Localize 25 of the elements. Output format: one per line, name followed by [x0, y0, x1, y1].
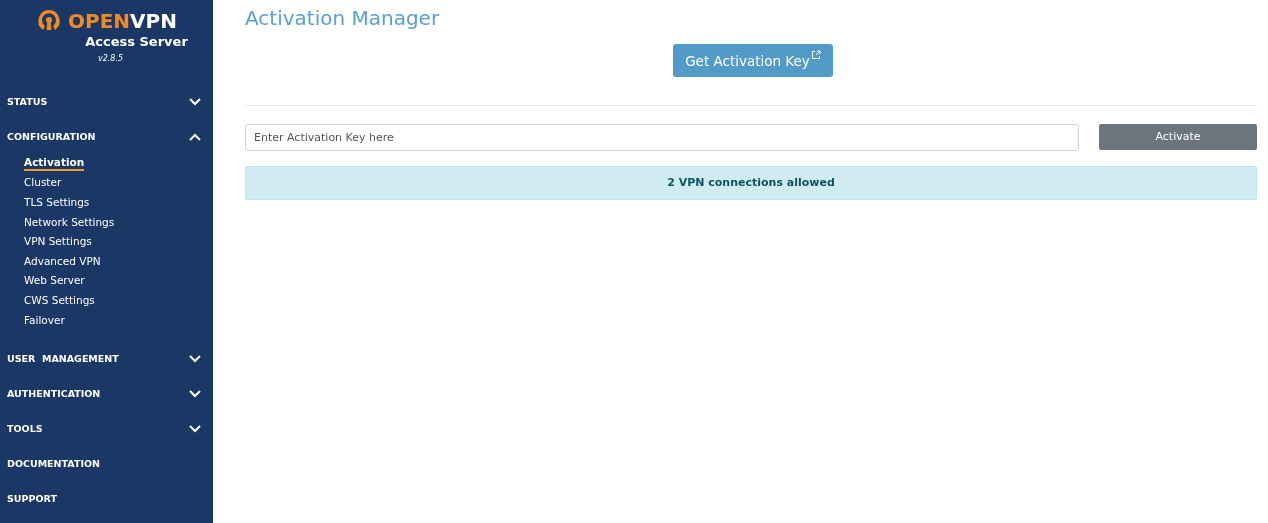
sidebar-section-header[interactable]: CONFIGURATION: [0, 119, 213, 155]
connections-notice: 2 VPN connections allowed: [245, 166, 1257, 200]
sidebar-section-header[interactable]: AUTHENTICATION: [0, 376, 213, 413]
activate-button[interactable]: Activate: [1099, 124, 1257, 150]
sidebar-item[interactable]: Advanced VPN: [24, 253, 101, 268]
external-link-icon: [810, 50, 821, 60]
sidebar-item[interactable]: Failover: [24, 312, 65, 327]
sidebar-item[interactable]: Web Server: [24, 273, 85, 288]
brand-name-part: VPN: [130, 11, 177, 31]
sidebar-item[interactable]: Activation: [24, 154, 85, 171]
sidebar-item[interactable]: Network Settings: [24, 214, 115, 229]
sidebar-section-header[interactable]: TOOLS: [0, 411, 213, 448]
sidebar-section-header[interactable]: DOCUMENTATION: [0, 446, 213, 483]
page-title: Activation Manager: [245, 5, 441, 31]
activation-key-field[interactable]: Enter Activation Key here: [245, 124, 1079, 151]
sidebar-section-header[interactable]: USER MANAGEMENT: [0, 341, 213, 378]
product-name: Access Server: [85, 35, 188, 48]
sidebar-item[interactable]: Cluster: [24, 175, 62, 190]
sidebar-item[interactable]: CWS Settings: [24, 292, 95, 307]
sidebar-section-header[interactable]: SUPPORT: [0, 481, 213, 518]
sidebar-section-header[interactable]: STATUS: [0, 84, 213, 120]
sidebar-item[interactable]: TLS Settings: [24, 195, 90, 209]
version-label: v2.8.5: [97, 53, 124, 65]
brand-name-part: OPEN: [68, 11, 131, 31]
sidebar-item[interactable]: VPN Settings: [24, 234, 92, 249]
